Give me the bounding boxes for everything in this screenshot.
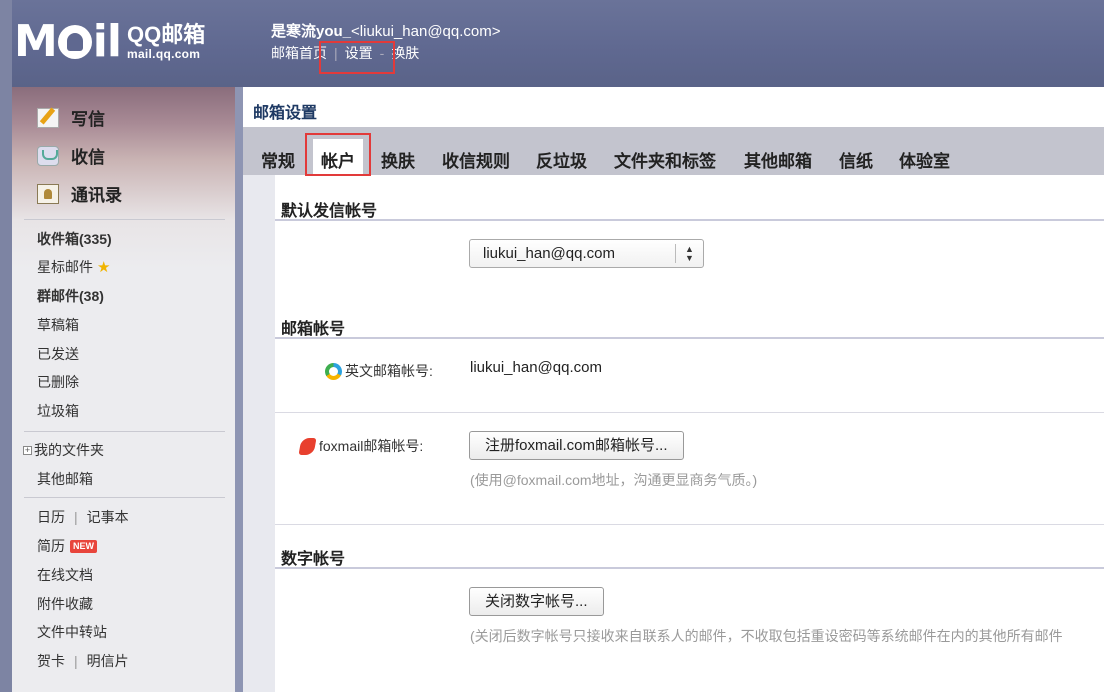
highlight-box-settings [319, 41, 395, 74]
tab-stationery[interactable]: 信纸 [839, 147, 873, 172]
sidebar-item-my-folders[interactable]: + 我的文件夹 [23, 440, 104, 460]
account-settings-card: 默认发信帐号 liukui_han@qq.com ▲ ▼ 邮箱帐号 英文邮箱帐号:… [275, 175, 1104, 692]
tab-other-mailbox[interactable]: 其他邮箱 [744, 147, 812, 172]
sidebar-item-attachments[interactable]: 附件收藏 [37, 594, 93, 614]
greeting-card-link[interactable]: 贺卡 [37, 651, 65, 671]
notes-link[interactable]: 记事本 [87, 507, 129, 527]
user-email: <liukui_han@qq.com> [351, 23, 501, 40]
sidebar-item-sent[interactable]: 已发送 [37, 344, 79, 364]
select-arrows-icon: ▲ ▼ [675, 244, 703, 263]
mail-account-title: 邮箱帐号 [281, 321, 346, 338]
qqmail-logo[interactable]: Mil QQ邮箱 mail.qq.com [14, 17, 205, 67]
top-header: Mil QQ邮箱 mail.qq.com 是寒流you_<liukui_han@… [0, 0, 1104, 87]
highlight-box-account-tab [305, 133, 371, 176]
foxmail-hint: (使用@foxmail.com地址，沟通更显商务气质。) [470, 472, 758, 488]
compose-icon [37, 107, 59, 128]
user-name: 是寒流you_ [271, 23, 352, 40]
skin-link[interactable]: 换肤 [391, 43, 419, 63]
contacts-icon [37, 183, 59, 204]
sidebar: 写信 收信 通讯录 收件箱(335) 星标邮件 ★ 群邮件(38) 草稿箱 已发… [12, 87, 235, 692]
digital-account-hint: (关闭后数字帐号只接收来自联系人的邮件，不收取包括重设密码等系统邮件在内的其他所… [470, 628, 1063, 644]
sidebar-item-docs[interactable]: 在线文档 [37, 565, 93, 585]
main-panel: 邮箱设置 常规 帐户 换肤 收信规则 反垃圾 文件夹和标签 其他邮箱 信纸 体验… [243, 87, 1104, 692]
foxmail-account-label: foxmail邮箱帐号: [298, 436, 423, 456]
postcard-link[interactable]: 明信片 [87, 651, 129, 671]
sidebar-item-deleted[interactable]: 已删除 [37, 372, 79, 392]
digital-account-title: 数字帐号 [281, 551, 346, 568]
inbox-icon [37, 145, 59, 166]
sidebar-item-spam[interactable]: 垃圾箱 [37, 401, 79, 421]
tab-antispam[interactable]: 反垃圾 [536, 147, 587, 172]
new-badge: NEW [70, 539, 97, 553]
sidebar-item-starred[interactable]: 星标邮件 ★ [37, 257, 112, 277]
tab-skin[interactable]: 换肤 [381, 147, 415, 172]
default-sender-title: 默认发信帐号 [281, 203, 378, 220]
default-sender-select[interactable]: liukui_han@qq.com ▲ ▼ [469, 239, 704, 268]
foxmail-icon [298, 437, 317, 455]
qq-globe-icon [325, 362, 342, 380]
calendar-link[interactable]: 日历 [37, 507, 65, 527]
register-foxmail-button[interactable]: 注册foxmail.com邮箱帐号... [469, 431, 684, 460]
sidebar-item-cards: 贺卡 | 明信片 [37, 651, 129, 671]
logo-qq-label: QQ邮箱 [126, 22, 206, 47]
logo-mail-text: Mil [14, 16, 122, 67]
tab-rules[interactable]: 收信规则 [442, 147, 510, 172]
star-icon: ★ [97, 258, 111, 276]
contacts-button[interactable]: 通讯录 [37, 181, 122, 206]
sidebar-item-transfer[interactable]: 文件中转站 [37, 622, 107, 642]
user-info: 是寒流you_<liukui_han@qq.com> [271, 20, 501, 41]
english-account-value: liukui_han@qq.com [470, 359, 602, 376]
sidebar-item-resume[interactable]: 简历 NEW [37, 536, 97, 556]
settings-tabs: 常规 帐户 换肤 收信规则 反垃圾 文件夹和标签 其他邮箱 信纸 体验室 [243, 127, 1104, 175]
tab-lab[interactable]: 体验室 [899, 147, 950, 172]
sidebar-item-other-mail[interactable]: 其他邮箱 [37, 469, 93, 489]
logo-url-label: mail.qq.com [126, 47, 201, 61]
tab-folders-labels[interactable]: 文件夹和标签 [614, 147, 716, 172]
compose-button[interactable]: 写信 [37, 105, 105, 130]
receive-button[interactable]: 收信 [37, 143, 105, 168]
sidebar-item-inbox[interactable]: 收件箱(335) [37, 229, 112, 249]
tab-general[interactable]: 常规 [261, 147, 295, 172]
sidebar-item-group-mail[interactable]: 群邮件(38) [37, 286, 104, 306]
close-digital-account-button[interactable]: 关闭数字帐号... [469, 587, 604, 616]
sidebar-item-calendar-notes: 日历 | 记事本 [37, 507, 129, 527]
expand-icon[interactable]: + [23, 445, 32, 455]
english-account-label: 英文邮箱帐号: [325, 361, 433, 381]
sidebar-item-drafts[interactable]: 草稿箱 [37, 315, 79, 335]
page-title: 邮箱设置 [253, 105, 318, 122]
